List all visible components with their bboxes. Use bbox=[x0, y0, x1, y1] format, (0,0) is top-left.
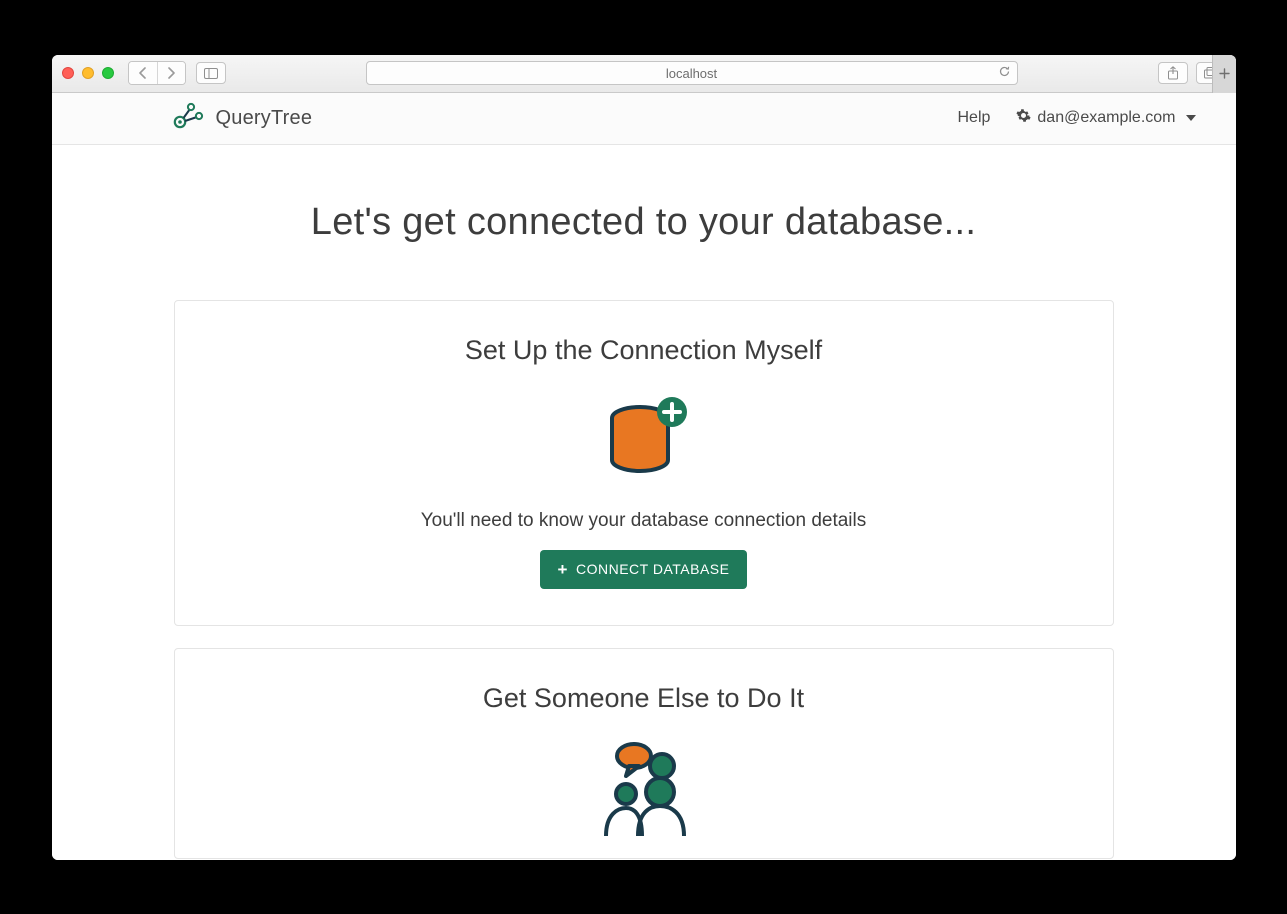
connect-database-button[interactable]: + CONNECT DATABASE bbox=[540, 550, 748, 589]
card-title: Get Someone Else to Do It bbox=[205, 683, 1083, 714]
new-tab-button[interactable] bbox=[1212, 55, 1236, 93]
user-menu[interactable]: dan@example.com bbox=[1016, 108, 1195, 128]
people-chat-icon bbox=[205, 736, 1083, 836]
brand-name: QueryTree bbox=[216, 107, 313, 130]
database-add-icon bbox=[205, 388, 1083, 488]
brand[interactable]: QueryTree bbox=[172, 100, 313, 136]
help-link[interactable]: Help bbox=[958, 109, 991, 127]
card-connect-self: Set Up the Connection Myself You'll need bbox=[174, 300, 1114, 626]
chevron-down-icon bbox=[1186, 115, 1196, 121]
browser-toolbar: localhost bbox=[52, 55, 1236, 93]
brand-logo-icon bbox=[172, 100, 208, 136]
window-controls bbox=[62, 67, 114, 79]
minimize-window-button[interactable] bbox=[82, 67, 94, 79]
share-button[interactable] bbox=[1158, 62, 1188, 84]
user-email: dan@example.com bbox=[1037, 109, 1175, 127]
sidebar-toggle-button[interactable] bbox=[196, 62, 226, 84]
nav-buttons bbox=[128, 61, 186, 85]
reload-icon[interactable] bbox=[998, 65, 1011, 81]
page-content: Let's get connected to your database... … bbox=[52, 145, 1236, 860]
card-title: Set Up the Connection Myself bbox=[205, 335, 1083, 366]
card-description: You'll need to know your database connec… bbox=[205, 510, 1083, 532]
browser-window: localhost bbox=[52, 55, 1236, 860]
gear-icon bbox=[1016, 108, 1031, 128]
close-window-button[interactable] bbox=[62, 67, 74, 79]
back-button[interactable] bbox=[129, 62, 157, 84]
card-delegate: Get Someone Else to Do It bbox=[174, 648, 1114, 859]
page-title: Let's get connected to your database... bbox=[174, 201, 1114, 244]
address-bar[interactable]: localhost bbox=[366, 61, 1018, 85]
maximize-window-button[interactable] bbox=[102, 67, 114, 79]
forward-button[interactable] bbox=[157, 62, 185, 84]
button-label: CONNECT DATABASE bbox=[576, 561, 729, 577]
app-navbar: QueryTree Help dan@example.com bbox=[52, 93, 1236, 145]
plus-icon: + bbox=[558, 561, 568, 578]
address-text: localhost bbox=[666, 66, 717, 81]
